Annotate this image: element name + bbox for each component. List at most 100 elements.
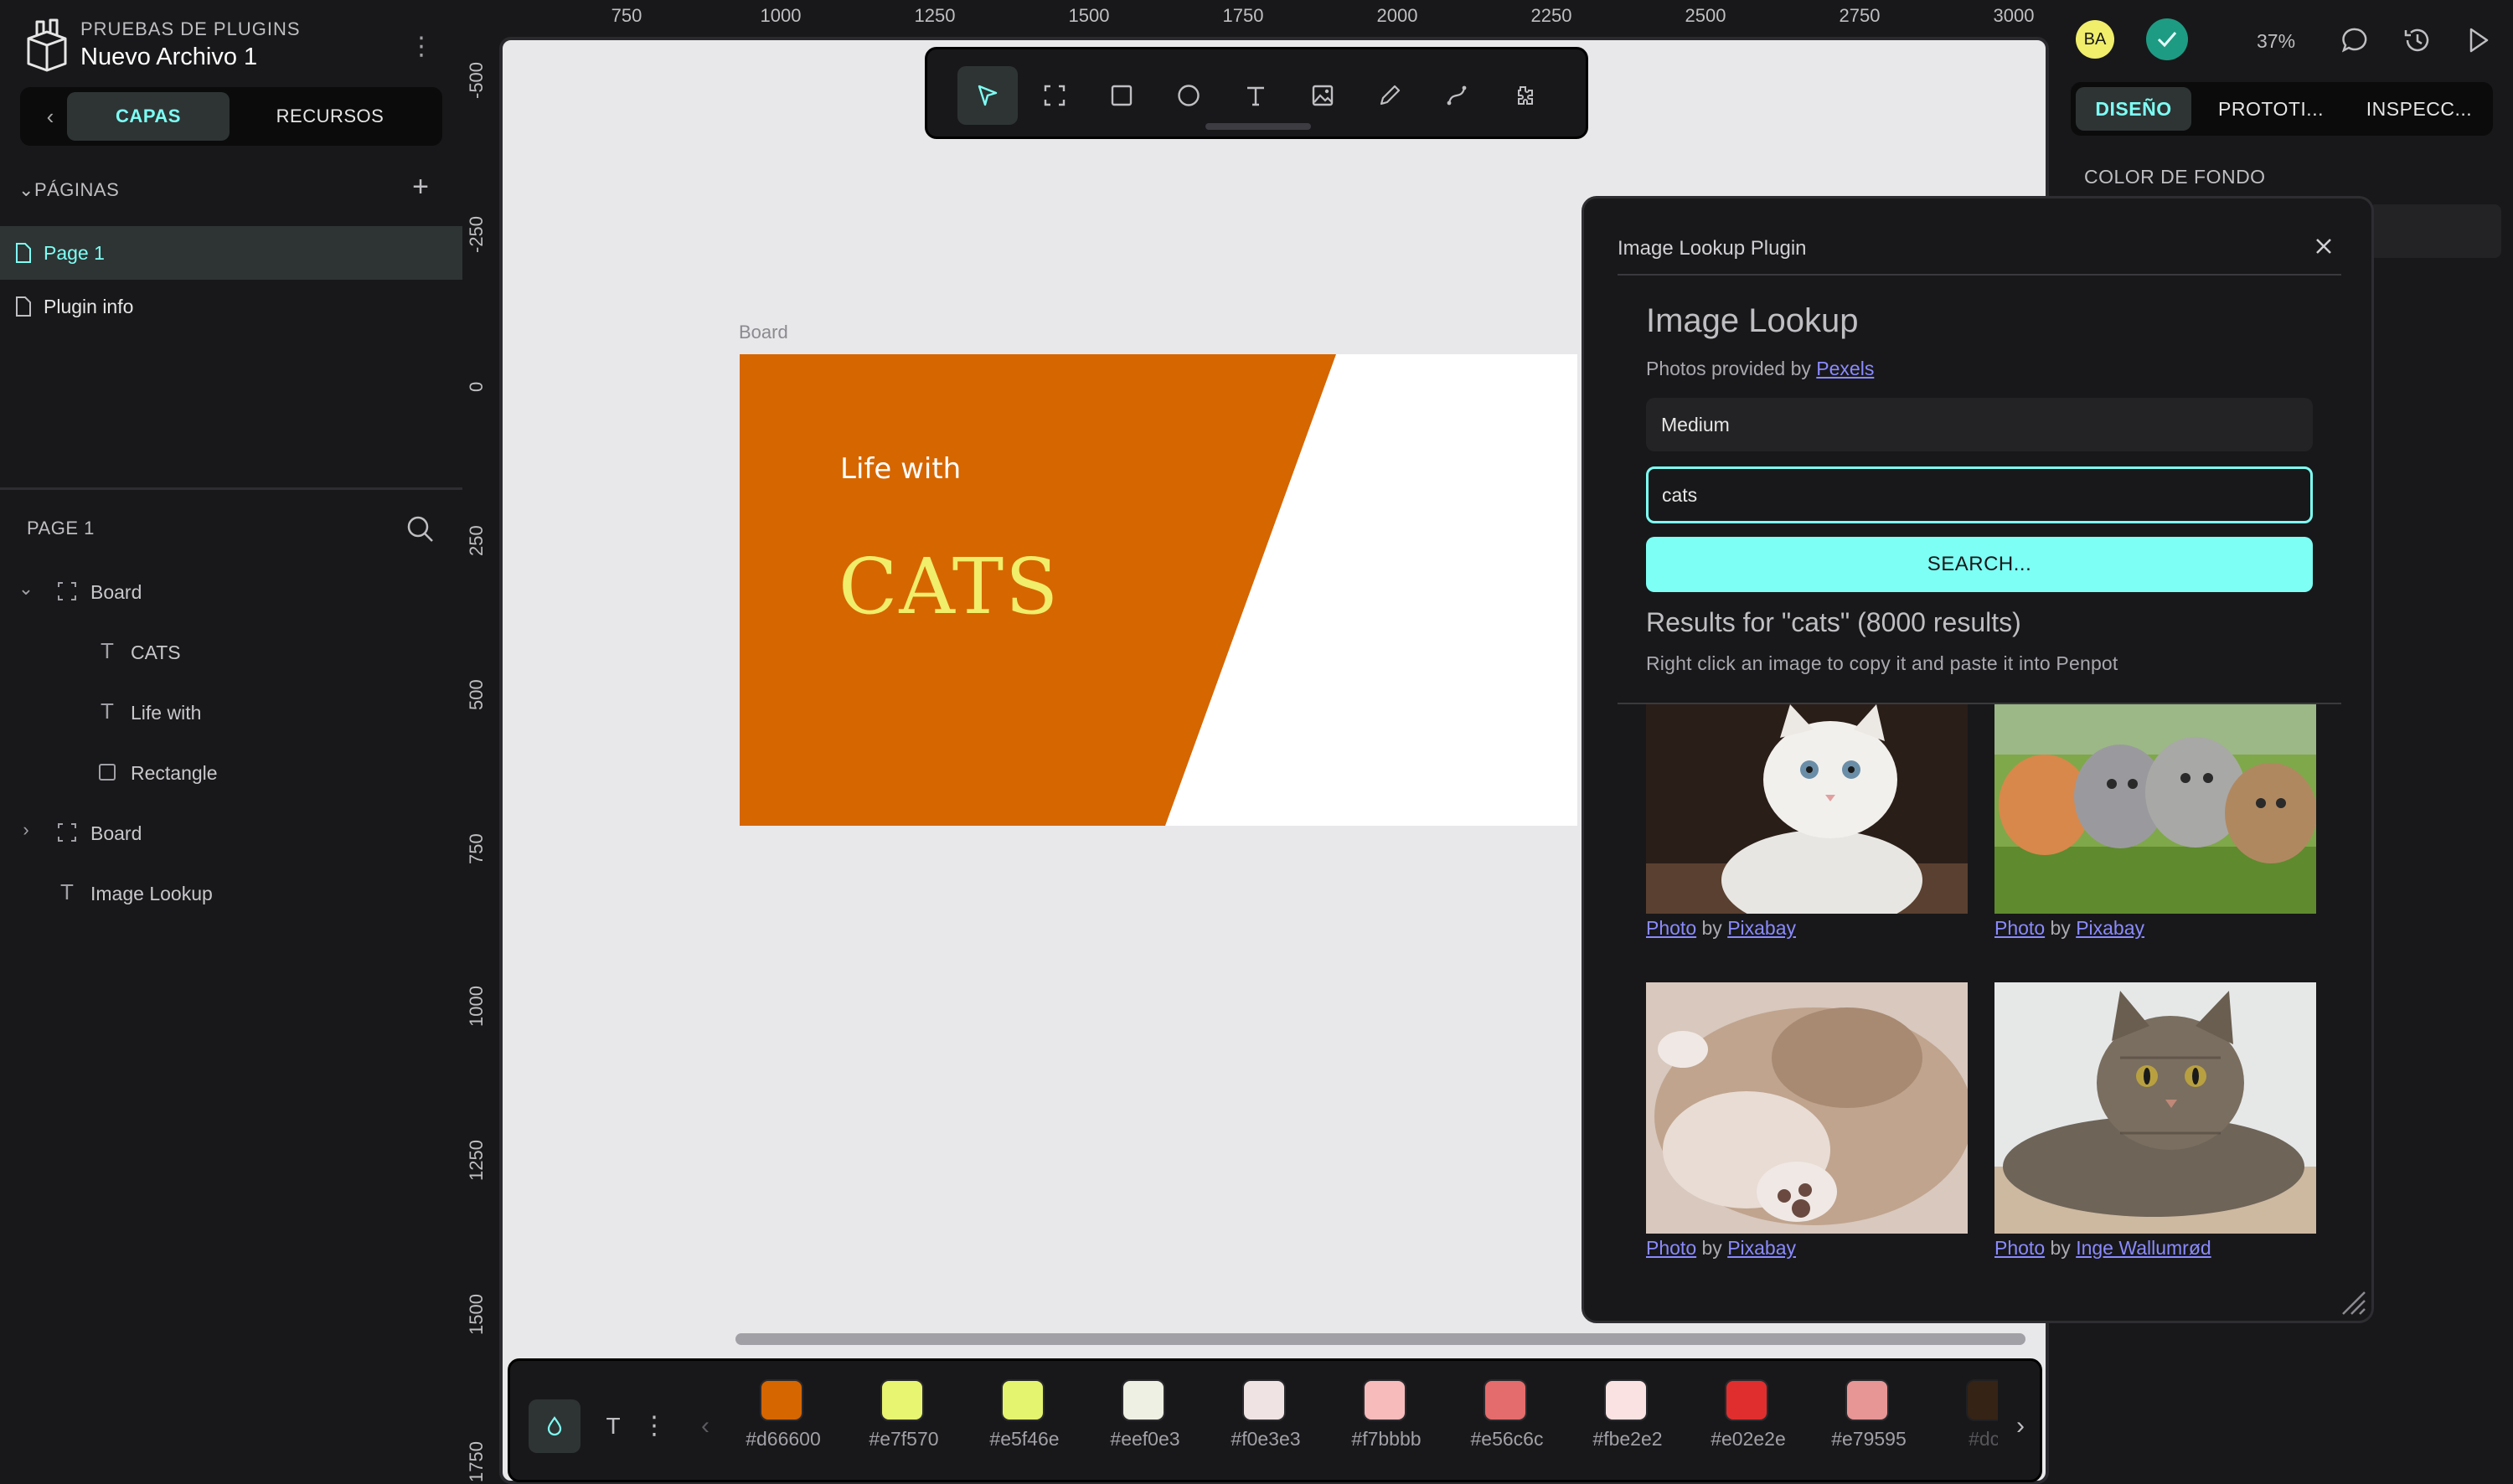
color-swatch[interactable]: #eef0e3 — [1095, 1379, 1195, 1463]
color-swatch[interactable]: #dc5 — [1939, 1379, 1998, 1463]
photo-result-tabby-cat[interactable] — [1994, 982, 2316, 1234]
swatch-chip — [760, 1379, 803, 1421]
layer-item-rectangle[interactable]: Rectangle — [0, 742, 462, 802]
photo-link[interactable]: Photo — [1646, 917, 1696, 939]
layer-item-cats[interactable]: T CATS — [0, 621, 462, 682]
pointer-icon — [978, 85, 998, 106]
pointer-tool[interactable] — [957, 66, 1018, 125]
zoom-level[interactable]: 37% — [2257, 30, 2295, 53]
ruler-tick: 2500 — [1685, 5, 1726, 26]
search-button[interactable]: SEARCH... — [1646, 537, 2313, 592]
life-with-text[interactable]: Life with — [840, 451, 1041, 487]
inspector-tabs: DISEÑO PROTOTI... INSPECC... — [2071, 82, 2493, 136]
file-name[interactable]: Nuevo Archivo 1 — [80, 44, 257, 71]
layer-label: Rectangle — [131, 762, 218, 784]
tab-design[interactable]: DISEÑO — [2076, 87, 2191, 131]
color-swatch[interactable]: #e7f570 — [854, 1379, 954, 1463]
tab-prototype[interactable]: PROTOTI... — [2200, 87, 2342, 131]
board-label[interactable]: Board — [739, 322, 788, 343]
color-palette-toggle[interactable] — [529, 1399, 581, 1453]
search-input[interactable] — [1646, 466, 2313, 523]
page-item-page-1[interactable]: Page 1 — [0, 226, 462, 280]
photo-result-kitten-sleeping[interactable] — [1646, 982, 1968, 1234]
text-icon: T — [60, 879, 74, 904]
swatch-hex: #e7f570 — [869, 1428, 939, 1450]
swatch-hex: #e02e2e — [1711, 1428, 1786, 1450]
color-swatch[interactable]: #f7bbbb — [1336, 1379, 1437, 1463]
search-layers-icon[interactable] — [405, 514, 436, 544]
pages-header[interactable]: ⌄PÁGINAS — [18, 179, 119, 201]
pexels-link[interactable]: Pexels — [1816, 358, 1874, 379]
layer-item-board-2[interactable]: › Board — [0, 802, 462, 863]
color-swatch[interactable]: #f0e3e3 — [1215, 1379, 1316, 1463]
photo-result-kittens-grass[interactable] — [1994, 704, 2316, 914]
text-tool[interactable] — [1226, 66, 1286, 125]
ruler-tick: 1500 — [1068, 5, 1110, 26]
ruler-tick: 250 — [466, 525, 487, 556]
board-icon — [58, 823, 76, 842]
color-swatch[interactable]: #d66600 — [733, 1379, 833, 1463]
photo-result-kitten-white[interactable] — [1646, 704, 1968, 914]
tab-layers[interactable]: CAPAS — [67, 92, 230, 141]
pencil-tool[interactable] — [1360, 66, 1420, 125]
photo-link[interactable]: Photo — [1994, 1237, 2045, 1259]
close-icon[interactable] — [2309, 232, 2338, 260]
pages-header-label: PÁGINAS — [34, 179, 120, 200]
typography-palette-icon[interactable]: T — [587, 1399, 639, 1453]
swatch-hex: #fbe2e2 — [1592, 1428, 1663, 1450]
resize-handle-icon[interactable] — [2338, 1287, 2368, 1317]
layer-label: Image Lookup — [90, 883, 213, 904]
comments-icon[interactable] — [2339, 23, 2372, 57]
palette-menu-icon[interactable]: ⋮ — [637, 1399, 671, 1453]
user-avatar[interactable]: BA — [2076, 20, 2114, 59]
photo-link[interactable]: Photo — [1646, 1237, 1696, 1259]
color-swatch[interactable]: #e5f46e — [974, 1379, 1075, 1463]
page-item-plugin-info[interactable]: Plugin info — [0, 280, 462, 333]
board[interactable]: Life with CATS — [740, 354, 1577, 826]
board-icon — [1044, 85, 1066, 106]
project-name: PRUEBAS DE PLUGINS — [80, 18, 301, 39]
path-tool[interactable] — [1427, 66, 1487, 125]
color-swatch[interactable]: #e56c6c — [1457, 1379, 1557, 1463]
photographer-link[interactable]: Pixabay — [1727, 917, 1796, 939]
horizontal-scrollbar[interactable] — [735, 1333, 2025, 1345]
color-swatch[interactable]: #e02e2e — [1698, 1379, 1798, 1463]
photo-link[interactable]: Photo — [1994, 917, 2045, 939]
plugin-window-title[interactable]: Image Lookup Plugin — [1618, 237, 1807, 260]
page-label: Page 1 — [44, 242, 105, 264]
photographer-link[interactable]: Inge Wallumrød — [2076, 1237, 2211, 1259]
palette-prev-icon[interactable]: ‹ — [693, 1399, 718, 1453]
palette-next-icon[interactable]: › — [2006, 1399, 2035, 1453]
toolbar-drag-handle[interactable] — [1205, 123, 1311, 130]
tab-inspect[interactable]: INSPECC... — [2350, 87, 2488, 131]
board-tool[interactable] — [1024, 66, 1085, 125]
layer-item-board[interactable]: ⌄ Board — [0, 561, 462, 621]
color-swatch[interactable]: #fbe2e2 — [1577, 1379, 1678, 1463]
image-size-select[interactable]: Medium — [1646, 398, 2313, 451]
image-tool[interactable] — [1293, 66, 1353, 125]
background-color-field[interactable] — [2369, 204, 2501, 258]
layer-label: CATS — [131, 642, 181, 663]
plugins-tool[interactable] — [1494, 66, 1554, 125]
swatch-chip — [880, 1379, 924, 1421]
rectangle-tool[interactable] — [1091, 66, 1152, 125]
photographer-link[interactable]: Pixabay — [2076, 917, 2144, 939]
swatch-chip — [1484, 1379, 1527, 1421]
ellipse-tool[interactable] — [1158, 66, 1219, 125]
cats-title-text[interactable]: CATS — [839, 542, 1060, 631]
plugin-window: Image Lookup Plugin Image Lookup Photos … — [1582, 196, 2374, 1323]
file-menu-icon[interactable]: ⋮ — [409, 30, 434, 64]
history-icon[interactable] — [2401, 23, 2434, 57]
layer-item-image-lookup[interactable]: T Image Lookup — [0, 863, 462, 923]
penpot-logo-icon[interactable] — [23, 18, 70, 72]
layer-item-life-with[interactable]: T Life with — [0, 682, 462, 742]
tab-assets[interactable]: RECURSOS — [246, 92, 414, 141]
chevron-down-icon[interactable]: ⌄ — [17, 580, 35, 598]
add-page-icon[interactable]: + — [405, 173, 436, 203]
ruler-tick: 1000 — [466, 986, 487, 1027]
photographer-link[interactable]: Pixabay — [1727, 1237, 1796, 1259]
chevron-right-icon[interactable]: › — [17, 821, 35, 839]
color-swatch[interactable]: #e79595 — [1819, 1379, 1919, 1463]
play-icon[interactable] — [2461, 23, 2495, 57]
ruler-tick: 750 — [466, 833, 487, 864]
